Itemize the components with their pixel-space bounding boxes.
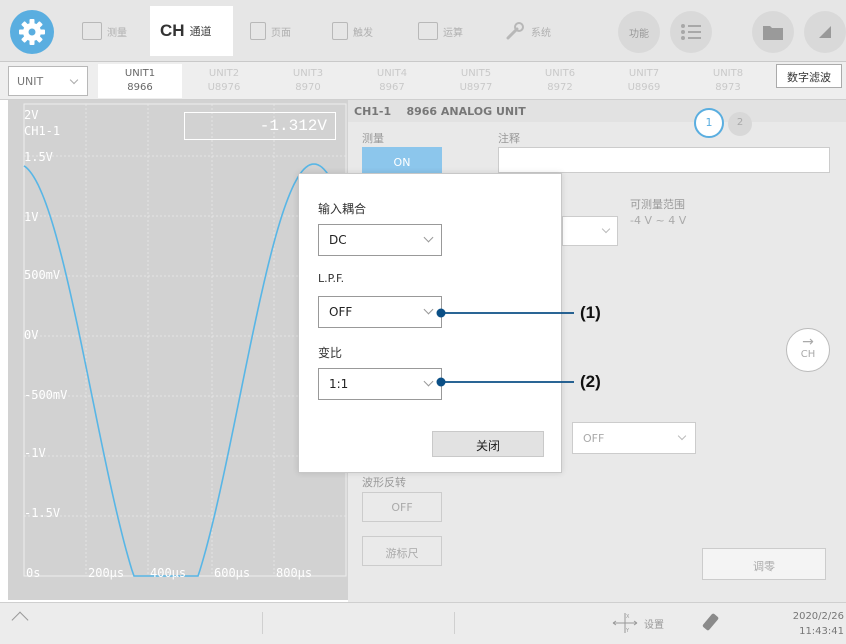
- callout-1: (1): [580, 303, 601, 322]
- status-divider: [454, 612, 455, 634]
- time-label: 11:43:41: [799, 626, 844, 637]
- callout-lines: [436, 308, 574, 387]
- datetime: 2020/2/26 11:43:41: [760, 609, 844, 639]
- usb-drive-icon[interactable]: [700, 612, 722, 637]
- svg-text:X: X: [626, 614, 630, 620]
- status-divider: [262, 612, 263, 634]
- svg-text:Y: Y: [625, 628, 630, 634]
- xy-axis-icon: X Y: [612, 613, 638, 634]
- callout-2: (2): [580, 372, 601, 391]
- settings-label: 设置: [644, 619, 664, 631]
- date-label: 2020/2/26: [792, 611, 844, 622]
- xy-settings-button[interactable]: X Y 设置: [610, 610, 664, 636]
